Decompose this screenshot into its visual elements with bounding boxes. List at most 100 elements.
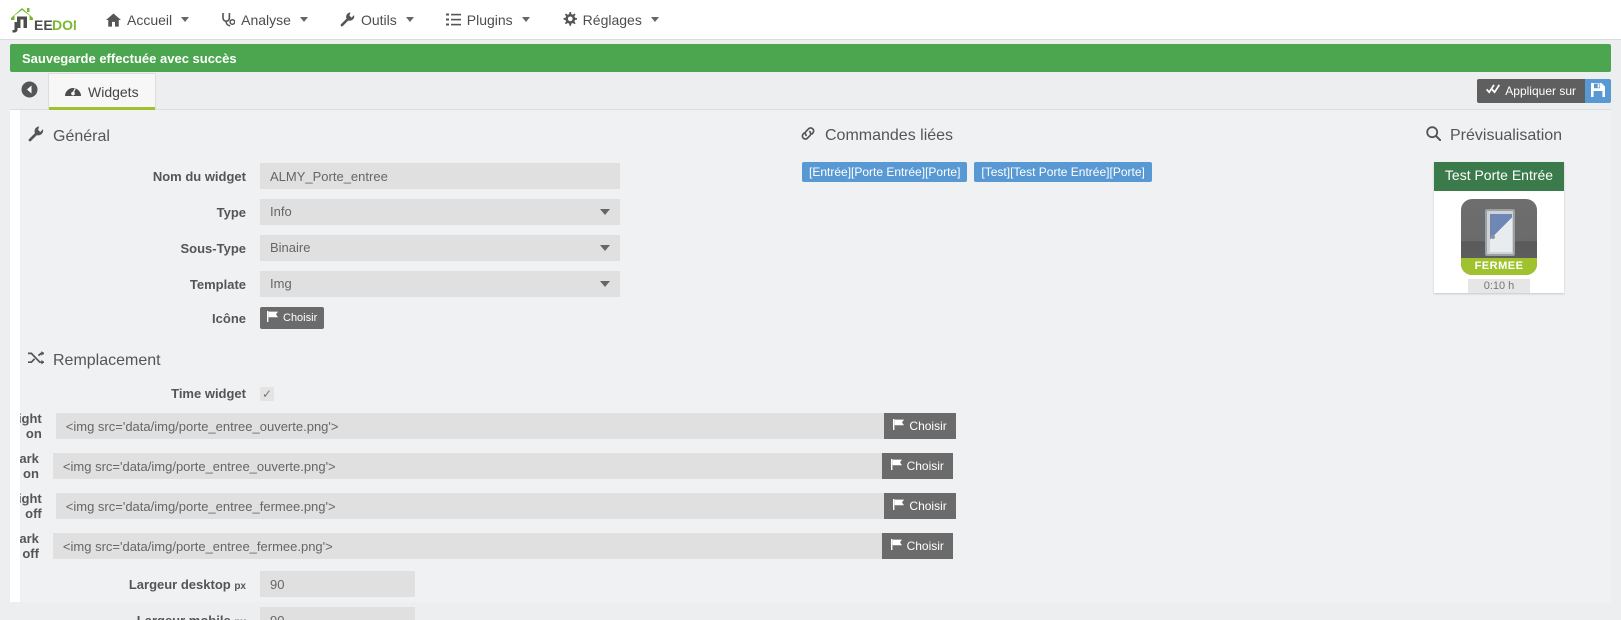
stethoscope-icon	[221, 12, 236, 27]
nav-item-accueil[interactable]: Accueil	[90, 0, 205, 40]
linked-command-badge[interactable]: [Entrée][Porte Entrée][Porte]	[802, 162, 968, 182]
alert-container: Sauvegarde effectuée avec succès	[0, 40, 1621, 72]
field-row-time-widget: Time widget ✓	[10, 386, 800, 401]
control-widget-name	[260, 163, 620, 189]
nav-label-accueil: Accueil	[127, 11, 173, 28]
door-graphic	[1485, 208, 1515, 256]
gear-icon	[562, 12, 577, 27]
preview-legend: Prévisualisation	[1426, 126, 1611, 146]
commandes-legend-label: Commandes liées	[825, 127, 954, 144]
field-row-dark-off: Dark off Choisir	[10, 531, 953, 561]
field-row-width-desktop: Largeur desktop px	[10, 571, 800, 597]
commandes-legend: Commandes liées	[800, 126, 1420, 146]
chevron-down-icon	[405, 17, 414, 22]
nav-item-outils[interactable]: Outils	[324, 0, 430, 40]
label-width-desktop: Largeur desktop px	[10, 577, 260, 592]
dark-on-input[interactable]	[52, 453, 882, 479]
field-row-subtype: Sous-Type Binaire	[10, 235, 800, 261]
success-alert: Sauvegarde effectuée avec succès	[10, 44, 1611, 72]
control-width-mobile	[260, 607, 415, 620]
label-width-desktop-unit: px	[234, 580, 246, 592]
door-status-label: FERMEE	[1461, 257, 1537, 275]
brand-text-dom: DOM	[52, 17, 76, 33]
nav-menu: Accueil Analyse Outils Plugins Réglages	[90, 0, 675, 40]
back-button[interactable]	[10, 73, 48, 109]
label-width-mobile-text: Largeur mobile	[136, 612, 231, 620]
panel-left-edge	[10, 110, 20, 602]
nav-item-reglages[interactable]: Réglages	[546, 0, 675, 40]
light-off-input[interactable]	[55, 493, 885, 519]
save-button[interactable]	[1585, 79, 1611, 103]
apply-to-button[interactable]: Appliquer sur	[1477, 79, 1585, 103]
subtype-select[interactable]: Binaire	[260, 235, 620, 261]
tab-label-widgets: Widgets	[88, 83, 139, 100]
shuffle-icon	[28, 351, 44, 370]
control-width-desktop	[260, 571, 415, 597]
label-type: Type	[216, 204, 246, 220]
save-icon	[1591, 82, 1605, 100]
icon-choose-button[interactable]: Choisir	[260, 307, 325, 329]
label-subtype: Sous-Type	[180, 240, 247, 256]
chevron-down-icon	[299, 17, 308, 22]
label-time-widget: Time widget	[171, 386, 246, 401]
dashboard-icon	[65, 84, 81, 100]
panel-columns: Général Nom du widget Type Info Sous-	[10, 126, 1611, 620]
home-icon	[106, 12, 121, 27]
brand-text-ee: EE	[34, 17, 53, 33]
icon-choose-label: Choisir	[283, 312, 318, 324]
label-icon: Icône	[212, 310, 246, 326]
nav-label-outils: Outils	[360, 11, 397, 28]
door-icon[interactable]: FERMEE	[1461, 198, 1537, 275]
list-icon	[445, 13, 461, 26]
nav-item-plugins[interactable]: Plugins	[430, 0, 546, 40]
width-mobile-input[interactable]	[260, 607, 415, 620]
light-on-input[interactable]	[55, 413, 885, 439]
jeedom-logo[interactable]: EE DOM	[4, 0, 76, 40]
flag-icon	[267, 311, 279, 325]
search-icon	[1426, 126, 1442, 146]
linked-commands-list: [Entrée][Porte Entrée][Porte] [Test][Tes…	[802, 162, 1420, 182]
nav-label-analyse: Analyse	[241, 11, 291, 28]
time-widget-checkbox[interactable]: ✓	[260, 386, 274, 401]
control-icon: Choisir	[260, 307, 325, 329]
type-select[interactable]: Info	[260, 199, 620, 225]
control-template: Img	[260, 271, 620, 297]
alert-message: Sauvegarde effectuée avec succès	[22, 50, 237, 66]
remplacement-legend: Remplacement	[28, 351, 800, 370]
preview-title: Test Porte Entrée	[1434, 162, 1564, 191]
wrench-icon	[28, 126, 44, 147]
label-widget-name: Nom du widget	[152, 168, 246, 184]
tabstrip: Widgets Appliquer sur	[10, 72, 1611, 110]
back-arrow-icon	[21, 81, 38, 101]
preview-body: FERMEE 0:10 h	[1434, 191, 1564, 293]
tab-widgets[interactable]: Widgets	[48, 73, 156, 110]
tabstrip-container: Widgets Appliquer sur	[0, 72, 1621, 110]
nav-item-analyse[interactable]: Analyse	[205, 0, 324, 40]
remplacement-legend-label: Remplacement	[53, 351, 161, 369]
check-double-icon	[1486, 84, 1501, 98]
label-width-mobile: Largeur mobile px	[10, 613, 260, 620]
widget-preview-card[interactable]: Test Porte Entrée FERMEE 0:10 h	[1434, 162, 1564, 293]
field-row-light-off: Light off Choisir	[10, 491, 956, 521]
chevron-down-icon	[521, 17, 530, 22]
control-subtype: Binaire	[260, 235, 620, 261]
label-width-desktop-text: Largeur desktop	[128, 576, 231, 592]
nav-label-reglages: Réglages	[582, 11, 642, 28]
width-desktop-input[interactable]	[260, 571, 415, 597]
field-row-width-mobile: Largeur mobile px	[10, 607, 800, 620]
link-icon	[800, 126, 816, 146]
linked-command-badge[interactable]: [Test][Test Porte Entrée][Porte]	[974, 162, 1152, 182]
widget-name-input[interactable]	[260, 163, 620, 189]
jeedom-logo-mark: EE DOM	[11, 7, 76, 33]
general-legend-label: Général	[53, 127, 110, 145]
preview-timestamp: 0:10 h	[1468, 278, 1530, 293]
template-select[interactable]: Img	[260, 271, 620, 297]
apply-to-label: Appliquer sur	[1505, 84, 1576, 98]
preview-legend-label: Prévisualisation	[1450, 127, 1563, 144]
field-row-icon: Icône Choisir	[10, 307, 800, 329]
dark-off-input[interactable]	[52, 533, 882, 559]
field-row-template: Template Img	[10, 271, 800, 297]
general-legend: Général	[28, 126, 800, 147]
label-width-mobile-unit: px	[234, 617, 246, 620]
field-row-type: Type Info	[10, 199, 800, 225]
